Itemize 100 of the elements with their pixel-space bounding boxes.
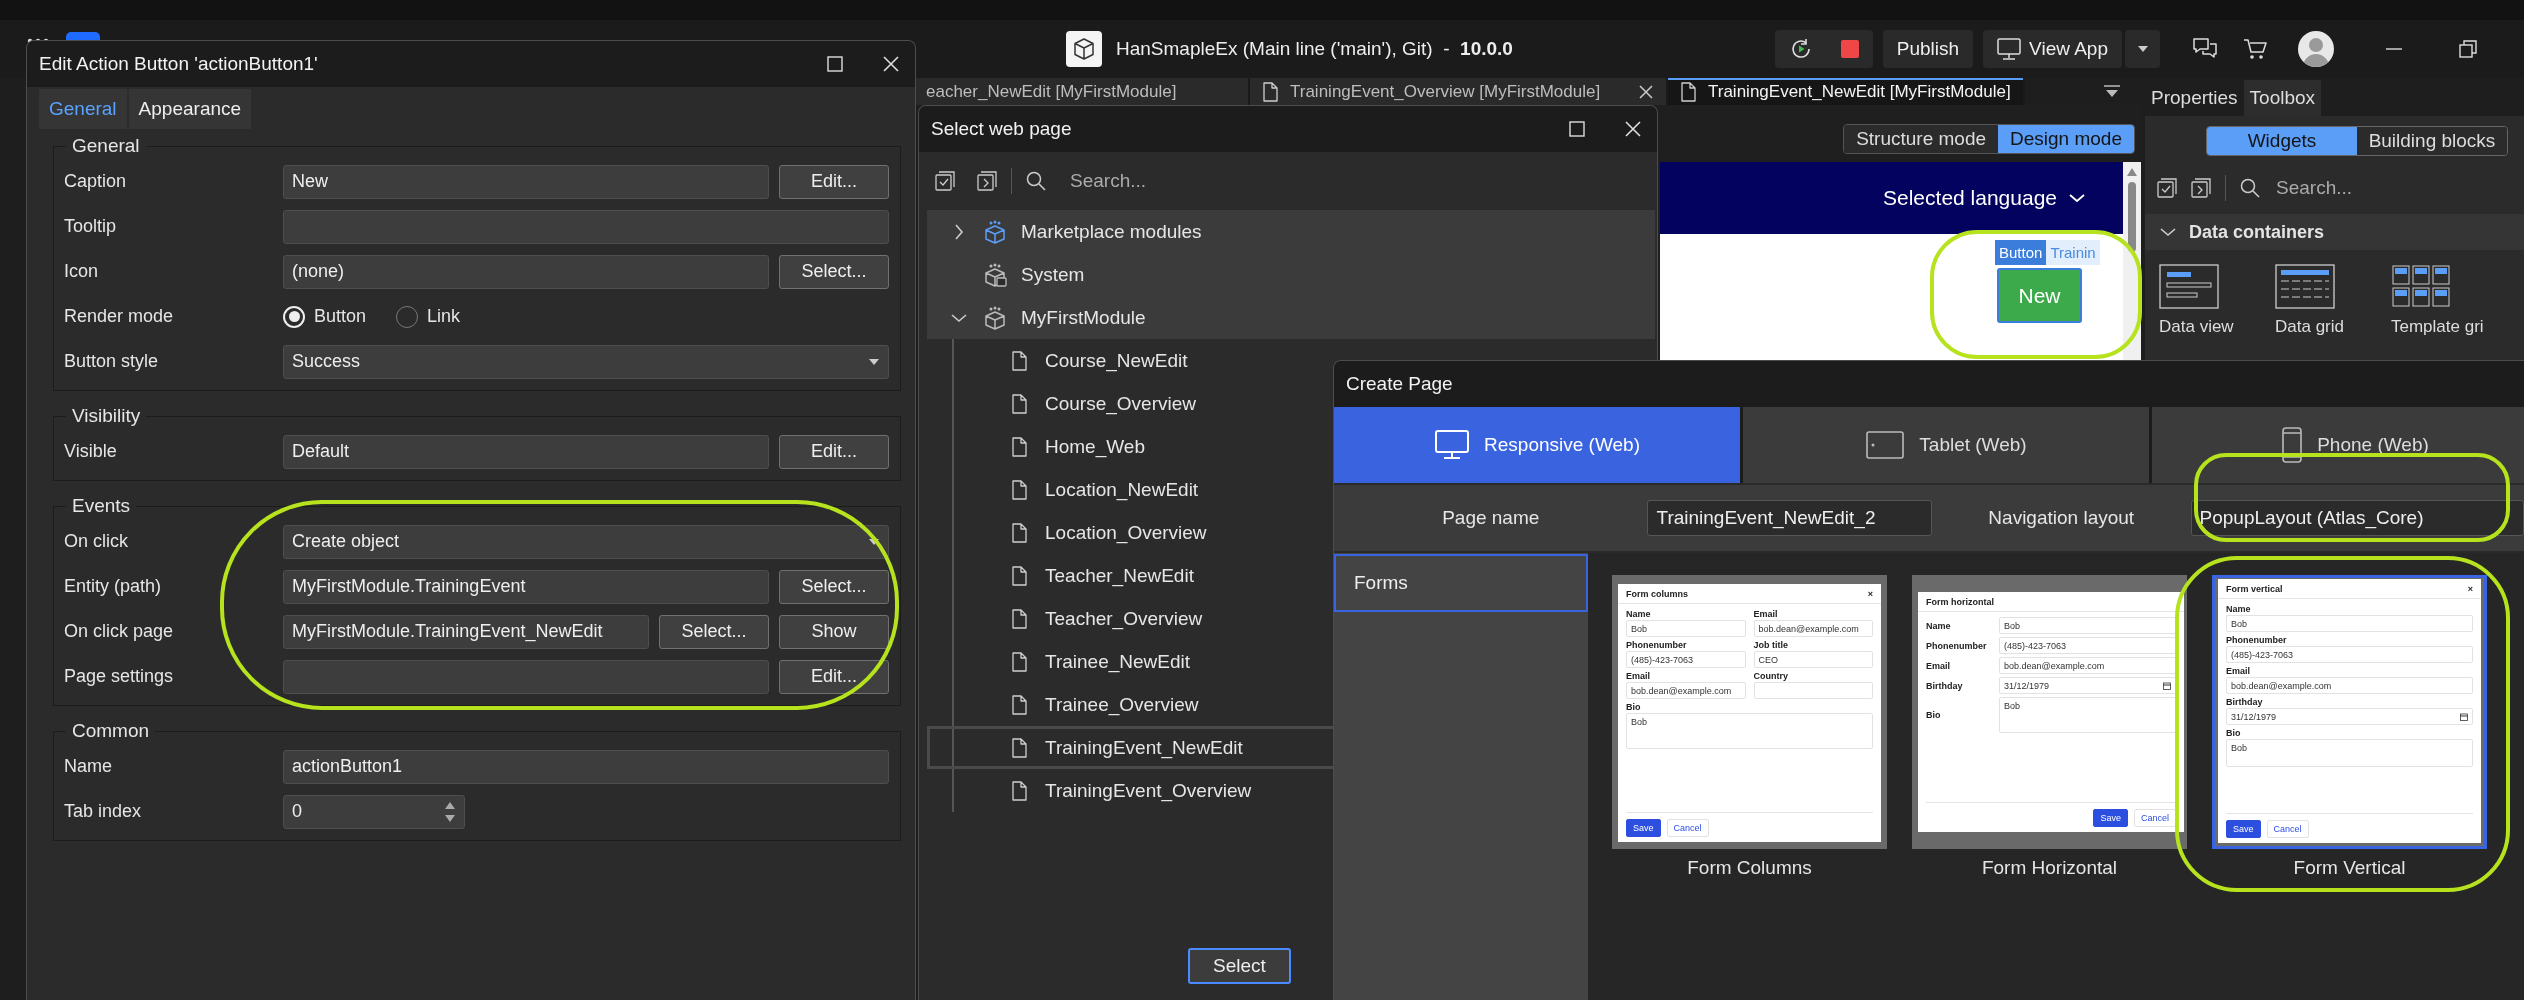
document-tab[interactable]: TrainingEvent_NewEdit [MyFirstModule]: [1668, 78, 2025, 105]
layout-dropdown[interactable]: PopupLayout (Atlas_Core): [2190, 500, 2524, 536]
template-preview[interactable]: Form columns × Name Bob Email bob.dean@example.com Phonenumber (485)-423-7063 Job title CEO Email bob.dean@example.com Country Bio Bob Save Cancel: [1612, 575, 1887, 849]
tab-list-icon[interactable]: [2103, 84, 2121, 99]
page-name-field[interactable]: TrainingEvent_NewEdit_2: [1647, 500, 1932, 536]
text-field[interactable]: MyFirstModule.TrainingEvent_NewEdit: [283, 614, 649, 649]
field-label: Tab index: [64, 801, 143, 822]
widget-icon[interactable]: [2159, 264, 2219, 309]
text-field[interactable]: [283, 659, 769, 694]
category-item[interactable]: Forms: [1334, 554, 1588, 612]
radio-option[interactable]: Link: [396, 305, 461, 328]
field-button[interactable]: Select...: [779, 569, 889, 604]
tree-item[interactable]: System: [927, 253, 1655, 296]
close-icon[interactable]: [1623, 119, 1643, 139]
search-field[interactable]: Search...: [2274, 176, 2474, 200]
page-icon: [1011, 522, 1027, 543]
document-tab[interactable]: TrainingEvent_Overview [MyFirstModule]: [1250, 78, 1668, 105]
avatar-icon[interactable]: [2298, 31, 2334, 67]
expand-all-icon[interactable]: [2191, 178, 2211, 198]
tree-item[interactable]: Marketplace modules: [927, 210, 1655, 253]
cart-icon[interactable]: [2242, 36, 2268, 62]
field-button[interactable]: Edit...: [779, 659, 889, 694]
form-label: Name: [1926, 620, 1952, 631]
dialog-tab[interactable]: Appearance: [128, 89, 252, 129]
calendar-icon: [2460, 712, 2468, 721]
select-button[interactable]: Select: [1188, 948, 1291, 984]
field-button[interactable]: Edit...: [779, 164, 889, 199]
search-field[interactable]: Search...: [1068, 169, 1368, 193]
form-label: Birthday: [1926, 680, 1964, 691]
dropdown-button[interactable]: [2124, 30, 2160, 68]
window-title: Edit Action Button 'actionButton1': [39, 53, 319, 75]
field-button[interactable]: Select...: [779, 254, 889, 289]
window-title: Select web page: [931, 118, 1073, 140]
text-field: (485)-423-7063: [2226, 646, 2473, 663]
text-field: CEO: [1753, 651, 1873, 668]
form-label: Email: [1753, 609, 1779, 619]
restore-icon[interactable]: [2458, 39, 2478, 59]
template-name: Form Horizontal: [1981, 857, 2118, 879]
text-field[interactable]: (none): [283, 254, 769, 289]
collapse-all-icon[interactable]: [2157, 178, 2177, 198]
widget-label: Data view: [2159, 317, 2234, 337]
widget-icon[interactable]: [2391, 264, 2451, 309]
template-name: Form Vertical: [2293, 857, 2406, 879]
number-field[interactable]: 0: [283, 794, 465, 829]
expand-all-icon[interactable]: [977, 171, 997, 191]
maximize-icon[interactable]: [1567, 119, 1587, 139]
form-title: Form vertical: [2226, 583, 2283, 594]
textarea-field: Bob: [1999, 697, 2176, 733]
field-button[interactable]: Edit...: [779, 434, 889, 469]
window-title: Create Page: [1346, 373, 1454, 395]
tablet-icon: [1865, 429, 1906, 461]
section-header[interactable]: Data containers: [2145, 214, 2524, 250]
form-label: Bio: [1926, 710, 1942, 720]
publish-button[interactable]: Publish: [1882, 30, 1974, 68]
text-field[interactable]: actionButton1: [283, 749, 889, 784]
field-button[interactable]: Show: [779, 614, 889, 649]
mode-option[interactable]: Design mode: [1998, 125, 2134, 153]
dropdown[interactable]: Success: [283, 344, 889, 379]
page-icon: [1011, 350, 1027, 371]
text-field: Bob: [2226, 615, 2473, 632]
caret-icon: [2136, 45, 2149, 53]
field-label: Name: [64, 756, 113, 777]
collapse-all-icon[interactable]: [935, 171, 955, 191]
text-field[interactable]: [283, 209, 889, 244]
template-preview[interactable]: Form vertical × Name Bob Phonenumber (485)-423-7063 Email bob.dean@example.com Birthday 31/12/1979 Bio Bob Save Cancel: [2212, 575, 2487, 849]
mode-option[interactable]: Structure mode: [1844, 125, 1999, 153]
widget-icon[interactable]: [2275, 264, 2335, 309]
text-field: (485)-423-7063: [1626, 651, 1746, 668]
radio-option[interactable]: Button: [283, 305, 367, 328]
device-tab[interactable]: Responsive (Web): [1334, 407, 1740, 483]
text-field[interactable]: MyFirstModule.TrainingEvent: [283, 569, 769, 604]
device-tab[interactable]: Tablet (Web): [1743, 407, 2149, 483]
group-title: General: [71, 135, 141, 157]
view-app-button[interactable]: View App: [1983, 30, 2122, 68]
textarea-field: Bob: [1626, 713, 1873, 749]
document-tab[interactable]: eacher_NewEdit [MyFirstModule]: [916, 78, 1250, 105]
dropdown[interactable]: Create object: [283, 524, 889, 559]
dialog-tab[interactable]: General: [39, 89, 127, 129]
form-title: Form columns: [1626, 588, 1688, 599]
field-button[interactable]: Select...: [659, 614, 769, 649]
form-label: Name: [1626, 609, 1652, 619]
page-icon: [1011, 393, 1027, 414]
language-menu[interactable]: Selected language: [1883, 186, 2087, 210]
text-field[interactable]: New: [283, 164, 769, 199]
calendar-icon: [2163, 681, 2171, 690]
toggle-option[interactable]: Widgets: [2207, 127, 2357, 155]
close-icon[interactable]: [1638, 83, 1654, 100]
panel-tab[interactable]: Toolbox: [2243, 80, 2322, 116]
form-label: Phonenumber: [1926, 640, 1988, 651]
form-label: Birthday: [2226, 697, 2264, 707]
device-tab[interactable]: Phone (Web): [2152, 407, 2524, 483]
save-button: Save: [2226, 819, 2261, 838]
close-icon[interactable]: [881, 54, 901, 74]
template-preview[interactable]: Form horizontal Name Bob Phonenumber (485)-423-7063 Email bob.dean@example.com Birthday 31/12/1979 Bio Bob Save Cancel: [1912, 575, 2187, 849]
maximize-icon[interactable]: [825, 54, 845, 74]
field-label: On click: [64, 531, 129, 552]
tree-item[interactable]: MyFirstModule: [927, 296, 1655, 339]
search-icon: [1026, 171, 1046, 191]
text-field[interactable]: Default: [283, 434, 769, 469]
scroll-thumb[interactable]: [2128, 182, 2136, 252]
